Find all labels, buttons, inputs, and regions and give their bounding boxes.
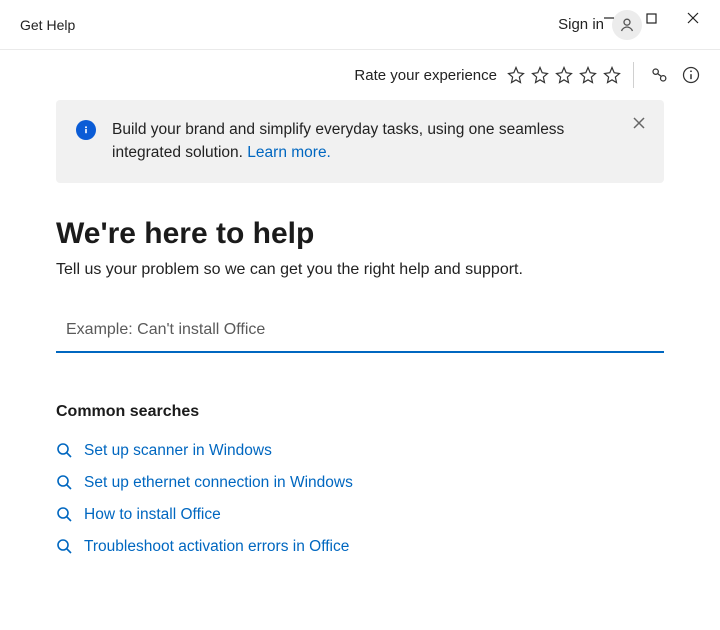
- info-icon[interactable]: [678, 62, 704, 88]
- star-rating: [505, 64, 623, 86]
- search-icon: [56, 474, 74, 492]
- window-controls: [588, 4, 714, 32]
- divider: [633, 62, 634, 88]
- page-title: We're here to help: [56, 217, 664, 251]
- minimize-button[interactable]: [588, 4, 630, 32]
- main-content: Build your brand and simplify everyday t…: [0, 100, 720, 563]
- rating-toolbar: Rate your experience: [0, 50, 720, 100]
- star-2[interactable]: [529, 64, 551, 86]
- star-5[interactable]: [601, 64, 623, 86]
- search-input[interactable]: [56, 309, 664, 353]
- search-icon: [56, 538, 74, 556]
- common-searches-heading: Common searches: [56, 403, 664, 421]
- info-badge-icon: [76, 120, 96, 140]
- common-searches-list: Set up scanner in Windows Set up etherne…: [56, 435, 664, 563]
- common-search-link: How to install Office: [84, 506, 221, 524]
- promo-banner: Build your brand and simplify everyday t…: [56, 100, 664, 183]
- banner-text: Build your brand and simplify everyday t…: [112, 118, 614, 165]
- search-icon: [56, 442, 74, 460]
- headset-icon[interactable]: [646, 62, 672, 88]
- rate-label: Rate your experience: [354, 67, 497, 84]
- star-1[interactable]: [505, 64, 527, 86]
- star-4[interactable]: [577, 64, 599, 86]
- banner-learn-more-link[interactable]: Learn more.: [247, 144, 331, 161]
- close-button[interactable]: [672, 4, 714, 32]
- banner-close-button[interactable]: [628, 112, 650, 134]
- common-search-item[interactable]: Set up scanner in Windows: [56, 435, 664, 467]
- common-search-item[interactable]: Troubleshoot activation errors in Office: [56, 531, 664, 563]
- search-icon: [56, 506, 74, 524]
- maximize-button[interactable]: [630, 4, 672, 32]
- common-search-link: Troubleshoot activation errors in Office: [84, 538, 349, 556]
- page-subtitle: Tell us your problem so we can get you t…: [56, 261, 664, 279]
- common-search-link: Set up ethernet connection in Windows: [84, 474, 353, 492]
- banner-message: Build your brand and simplify everyday t…: [112, 121, 564, 161]
- common-search-item[interactable]: How to install Office: [56, 499, 664, 531]
- star-3[interactable]: [553, 64, 575, 86]
- titlebar: Get Help Sign in: [0, 0, 720, 50]
- app-title: Get Help: [20, 17, 75, 33]
- common-search-link: Set up scanner in Windows: [84, 442, 272, 460]
- common-search-item[interactable]: Set up ethernet connection in Windows: [56, 467, 664, 499]
